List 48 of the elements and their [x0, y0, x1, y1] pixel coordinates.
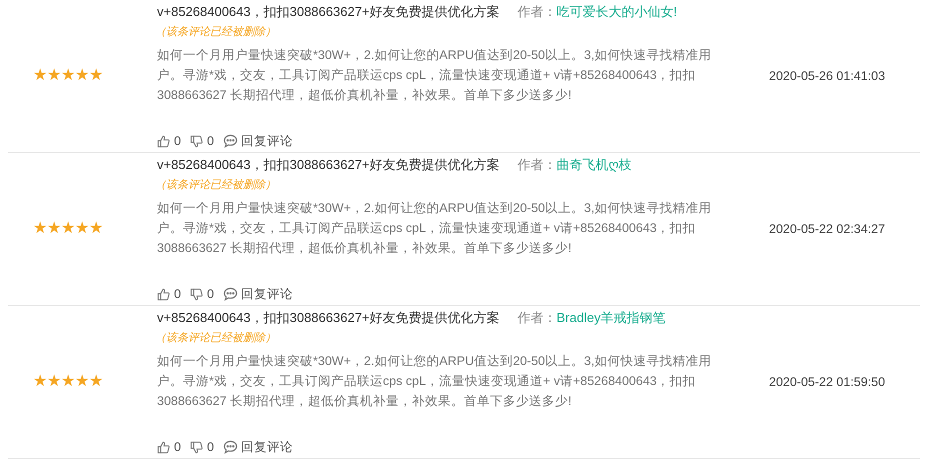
reply-button[interactable]: 回复评论 [222, 132, 293, 150]
star-icon: ★ [61, 221, 75, 237]
star-icon: ★ [33, 221, 47, 237]
deleted-note: （该条评论已经被删除） [155, 178, 276, 193]
comment-title: v+85268400643，扣扣3088663627+好友免费提供优化方案 [157, 308, 500, 327]
author-label: 作者： [518, 2, 557, 21]
like-button[interactable]: 0 [157, 438, 181, 456]
reply-button[interactable]: 回复评论 [222, 438, 293, 456]
dislike-button[interactable]: 0 [190, 284, 214, 304]
star-icon: ★ [33, 374, 47, 390]
like-button[interactable]: 0 [157, 284, 181, 304]
speech-bubble-icon [222, 287, 238, 301]
star-icon: ★ [33, 68, 47, 84]
comment-body: 如何一个月用户量快速突破*30W+，2.如何让您的ARPU值达到20-50以上。3,如何快速寻找精准用户。寻游*戏，交友，工具订阅产品联运cps cpL，流量快速变现通道+ v请+85268400643，扣扣3088663627 长期招代理，超低价真机补量，补效果。首单下多少送多少! [157, 352, 712, 410]
star-icon: ★ [89, 374, 103, 390]
star-icon: ★ [47, 221, 61, 237]
like-button[interactable]: 0 [157, 132, 181, 150]
thumbs-down-icon [190, 440, 203, 454]
thumbs-up-icon [157, 440, 170, 454]
thumbs-up-icon [157, 134, 170, 148]
dislike-button[interactable]: 0 [190, 132, 214, 150]
speech-bubble-icon [222, 440, 238, 454]
comment-body: 如何一个月用户量快速突破*30W+，2.如何让您的ARPU值达到20-50以上。3,如何快速寻找精准用户。寻游*戏，交友，工具订阅产品联运cps cpL，流量快速变现通道+ v请+85268400643，扣扣3088663627 长期招代理，超低价真机补量，补效果。首单下多少送多少! [157, 200, 712, 257]
star-icon: ★ [61, 68, 75, 84]
star-icon: ★ [89, 68, 103, 84]
comment-title: v+85268400643，扣扣3088663627+好友免费提供优化方案 [157, 156, 500, 174]
reply-button[interactable]: 回复评论 [222, 284, 293, 304]
dislike-button[interactable]: 0 [190, 438, 214, 456]
comment-date: 2020-05-26 01:41:03 [769, 68, 886, 85]
deleted-note: （该条评论已经被删除） [155, 330, 276, 346]
star-icon: ★ [47, 68, 61, 84]
comment-date: 2020-05-22 01:59:50 [769, 374, 886, 391]
star-icon: ★ [61, 374, 75, 390]
author-label: 作者： [518, 156, 557, 174]
star-icon: ★ [75, 374, 89, 390]
star-icon: ★ [75, 221, 89, 237]
star-icon: ★ [47, 374, 61, 390]
comment-title: v+85268400643，扣扣3088663627+好友免费提供优化方案 [157, 2, 500, 21]
thumbs-down-icon [190, 134, 203, 148]
comment-date: 2020-05-22 02:34:27 [769, 220, 886, 238]
comment-body: 如何一个月用户量快速突破*30W+，2.如何让您的ARPU值达到20-50以上。3,如何快速寻找精准用户。寻游*戏，交友，工具订阅产品联运cps cpL，流量快速变现通道+ v请+85268400643，扣扣3088663627 长期招代理，超低价真机补量，补效果。首单下多少送多少! [157, 46, 712, 104]
thumbs-up-icon [157, 288, 170, 300]
deleted-note: （该条评论已经被删除） [155, 24, 276, 40]
star-icon: ★ [75, 68, 89, 84]
author-label: 作者： [518, 308, 557, 327]
star-icon: ★ [89, 221, 103, 237]
speech-bubble-icon [222, 134, 238, 148]
thumbs-down-icon [190, 288, 203, 300]
